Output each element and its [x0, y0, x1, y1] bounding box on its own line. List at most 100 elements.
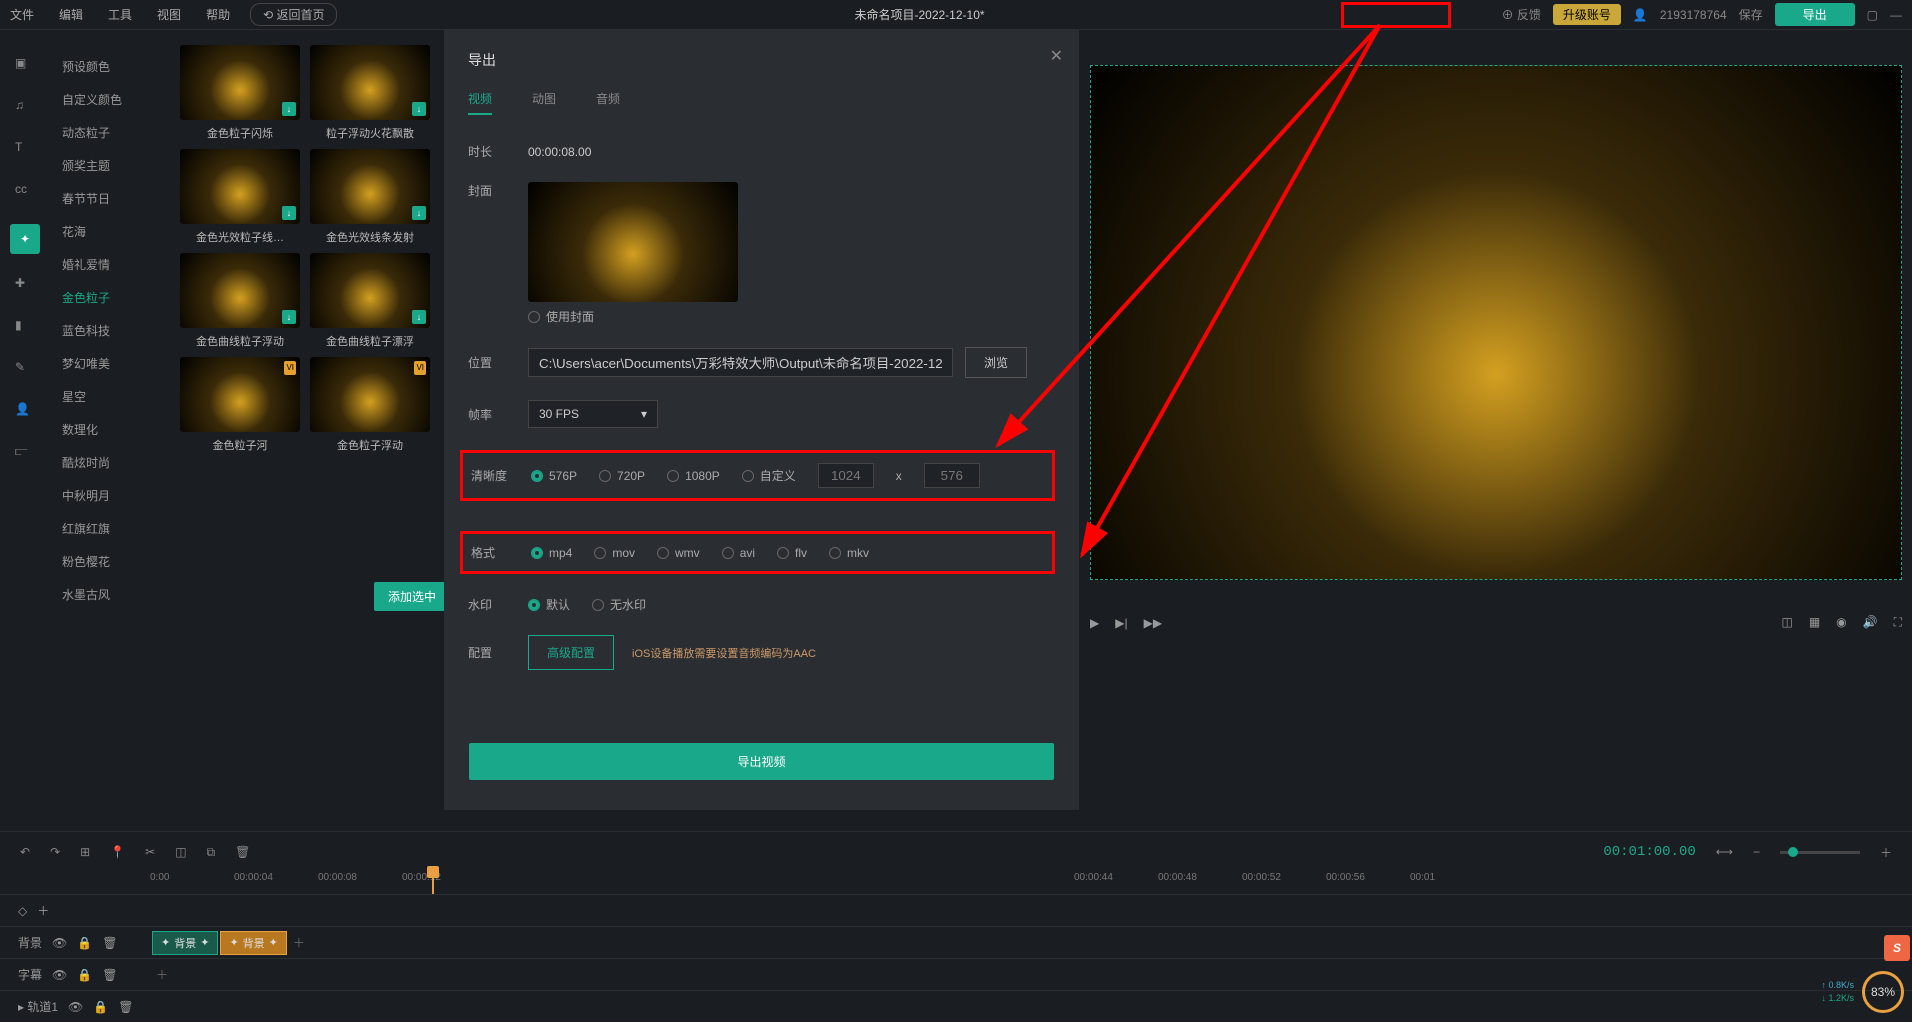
track-subtitle[interactable]: 字幕👁🔒🗑 ＋: [0, 958, 1912, 990]
export-button[interactable]: 导出: [1775, 3, 1855, 26]
zoom-in-icon[interactable]: ＋: [1880, 844, 1892, 861]
asset-thumb[interactable]: ↓: [180, 45, 300, 120]
res-720p-radio[interactable]: 720P: [599, 469, 645, 483]
folder-icon[interactable]: ▮: [15, 318, 35, 338]
grid-icon[interactable]: ▦: [1809, 615, 1820, 630]
sidebar-item[interactable]: 星空: [50, 380, 170, 413]
eye-icon[interactable]: 👁: [68, 1000, 83, 1014]
menu-file[interactable]: 文件: [10, 6, 34, 23]
user-icon[interactable]: 👤: [1633, 8, 1648, 22]
crop-icon[interactable]: ◫: [175, 845, 186, 859]
user-rail-icon[interactable]: 👤: [15, 402, 35, 422]
home-button[interactable]: ⟲ 返回首页: [250, 3, 337, 26]
fmt-avi-radio[interactable]: avi: [722, 546, 755, 560]
caption-icon[interactable]: cc: [15, 182, 35, 202]
menu-edit[interactable]: 编辑: [59, 6, 83, 23]
tab-audio[interactable]: 音频: [596, 90, 620, 115]
sidebar-item[interactable]: 颁奖主题: [50, 149, 170, 182]
download-badge-icon[interactable]: ↓: [412, 102, 426, 116]
res-576p-radio[interactable]: 576P: [531, 469, 577, 483]
next-frame-icon[interactable]: ▶|: [1115, 616, 1127, 630]
res-custom-radio[interactable]: 自定义: [742, 467, 796, 484]
fmt-wmv-radio[interactable]: wmv: [657, 546, 700, 560]
sidebar-item[interactable]: 自定义颜色: [50, 83, 170, 116]
plugin-icon[interactable]: ✚: [15, 276, 35, 296]
menu-view[interactable]: 视图: [157, 6, 181, 23]
save-button[interactable]: 保存: [1739, 6, 1763, 23]
fmt-mp4-radio[interactable]: mp4: [531, 546, 572, 560]
sidebar-item[interactable]: 酷炫时尚: [50, 446, 170, 479]
sidebar-item[interactable]: 婚礼爱情: [50, 248, 170, 281]
output-path-input[interactable]: [528, 348, 953, 377]
copy-icon[interactable]: ⧉: [207, 845, 216, 860]
play-icon[interactable]: ▶: [1090, 616, 1099, 630]
sidebar-item[interactable]: 红旗红旗: [50, 512, 170, 545]
export-video-button[interactable]: 导出视频: [469, 743, 1054, 780]
custom-height-input[interactable]: [924, 463, 980, 488]
add-key-icon[interactable]: ＋: [37, 902, 49, 919]
download-badge-icon[interactable]: ↓: [412, 310, 426, 324]
asset-thumb[interactable]: ↓: [180, 149, 300, 224]
use-cover-checkbox[interactable]: [528, 311, 540, 323]
sidebar-item[interactable]: 中秋明月: [50, 479, 170, 512]
advanced-config-button[interactable]: 高级配置: [528, 635, 614, 670]
download-badge-icon[interactable]: ↓: [412, 206, 426, 220]
close-icon[interactable]: —: [1890, 8, 1902, 22]
custom-width-input[interactable]: [818, 463, 874, 488]
eye-icon[interactable]: 👁: [52, 936, 67, 950]
zoom-out-icon[interactable]: −: [1753, 845, 1760, 859]
camera-icon[interactable]: ◉: [1836, 615, 1846, 630]
fit-icon[interactable]: ⟷: [1716, 845, 1733, 859]
lock-icon[interactable]: 🔒: [93, 1000, 108, 1014]
clip-bg-2-selected[interactable]: ✦ 背景 ✦: [220, 931, 286, 955]
trash-icon[interactable]: 🗑: [102, 968, 117, 982]
sidebar-item[interactable]: 数理化: [50, 413, 170, 446]
timeline-ruler[interactable]: 0:0000:00:0400:00:0800:00:12 00:00:4400:…: [0, 872, 1912, 894]
effects-icon[interactable]: ✦: [10, 224, 40, 254]
download-badge-icon[interactable]: ↓: [282, 206, 296, 220]
playhead[interactable]: [432, 872, 434, 894]
sogou-ime-icon[interactable]: S: [1884, 935, 1910, 961]
asset-thumb[interactable]: ↓: [310, 45, 430, 120]
res-1080p-radio[interactable]: 1080P: [667, 469, 720, 483]
zoom-slider[interactable]: [1780, 851, 1860, 854]
undo-icon[interactable]: ↶: [20, 845, 30, 859]
asset-thumb[interactable]: ↓: [310, 253, 430, 328]
asset-thumb[interactable]: VI: [310, 357, 430, 432]
tab-video[interactable]: 视频: [468, 90, 492, 115]
menu-help[interactable]: 帮助: [206, 6, 230, 23]
fmt-mov-radio[interactable]: mov: [594, 546, 635, 560]
minimize-icon[interactable]: ▢: [1867, 8, 1878, 22]
sidebar-item[interactable]: 水墨古风: [50, 578, 170, 611]
track-1[interactable]: ▸ 轨道1👁🔒🗑: [0, 990, 1912, 1022]
preview-canvas[interactable]: [1090, 65, 1902, 580]
add-clip-icon[interactable]: ＋: [156, 966, 168, 983]
lock-icon[interactable]: 🔒: [77, 968, 92, 982]
add-selection-button[interactable]: 添加选中: [374, 582, 450, 611]
download-badge-icon[interactable]: ↓: [282, 310, 296, 324]
usage-percent[interactable]: 83%: [1862, 971, 1904, 1013]
track-keyframe[interactable]: ◇＋: [0, 894, 1912, 926]
eye-icon[interactable]: 👁: [52, 968, 67, 982]
volume-icon[interactable]: 🔊: [1863, 615, 1878, 630]
wm-none-radio[interactable]: 无水印: [592, 596, 646, 613]
delete-icon[interactable]: 🗑: [235, 845, 250, 859]
track-background[interactable]: 背景👁🔒🗑 ✦ 背景 ✦ ✦ 背景 ✦ ＋: [0, 926, 1912, 958]
marker-icon[interactable]: 📍: [110, 845, 125, 859]
skip-icon[interactable]: ▶▶: [1144, 616, 1162, 630]
text-icon[interactable]: T: [15, 140, 35, 160]
split-icon[interactable]: ⊞: [80, 845, 90, 859]
align-icon[interactable]: ⫍: [15, 444, 35, 464]
media-icon[interactable]: ▣: [15, 56, 35, 76]
fmt-mkv-radio[interactable]: mkv: [829, 546, 869, 560]
fullscreen-icon[interactable]: ⛶: [1894, 615, 1902, 630]
asset-thumb[interactable]: ↓: [180, 253, 300, 328]
sidebar-item[interactable]: 粉色樱花: [50, 545, 170, 578]
upgrade-button[interactable]: 升级账号: [1553, 4, 1621, 25]
tab-gif[interactable]: 动图: [532, 90, 556, 115]
browse-button[interactable]: 浏览: [965, 347, 1027, 378]
sidebar-item[interactable]: 春节节日: [50, 182, 170, 215]
feedback-link[interactable]: ⊕ 反馈: [1502, 6, 1541, 23]
download-badge-icon[interactable]: ↓: [282, 102, 296, 116]
wand-icon[interactable]: ✎: [15, 360, 35, 380]
